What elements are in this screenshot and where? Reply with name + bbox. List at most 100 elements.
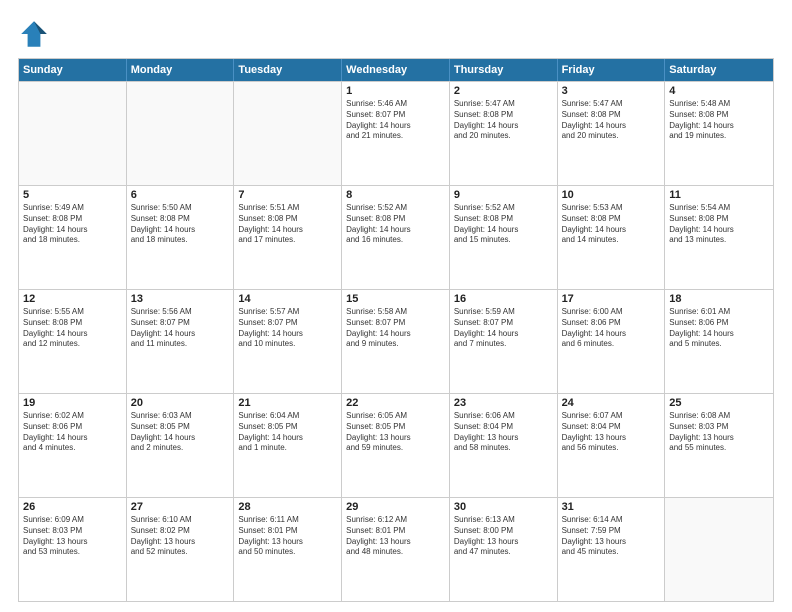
day-info: Sunrise: 6:08 AM Sunset: 8:03 PM Dayligh… <box>669 411 769 454</box>
day-info: Sunrise: 5:46 AM Sunset: 8:07 PM Dayligh… <box>346 99 445 142</box>
day-info: Sunrise: 6:04 AM Sunset: 8:05 PM Dayligh… <box>238 411 337 454</box>
calendar-day-17: 17Sunrise: 6:00 AM Sunset: 8:06 PM Dayli… <box>558 290 666 393</box>
calendar-day-7: 7 Sunrise: 5:51 AM Sunset: 8:08 PM Daylig… <box>234 186 342 289</box>
calendar-day-5: 5 Sunrise: 5:49 AM Sunset: 8:08 PM Daylig… <box>19 186 127 289</box>
header-day-thursday: Thursday <box>450 59 558 81</box>
day-number: 10 <box>562 189 661 201</box>
day-number: 8 <box>346 189 445 201</box>
day-info: Sunrise: 6:09 AM Sunset: 8:03 PM Dayligh… <box>23 515 122 558</box>
calendar-day-25: 25 Sunrise: 6:08 AM Sunset: 8:03 PM Dayli… <box>665 394 773 497</box>
day-number: 12 <box>23 293 122 305</box>
day-number: 15 <box>346 293 445 305</box>
day-number: 25 <box>669 397 769 409</box>
calendar-day-3: 3Sunrise: 5:47 AM Sunset: 8:08 PM Daylig… <box>558 82 666 185</box>
day-number: 29 <box>346 501 445 513</box>
day-info: Sunrise: 5:47 AM Sunset: 8:08 PM Dayligh… <box>454 99 553 142</box>
calendar-day-15: 15 Sunrise: 5:58 AM Sunset: 8:07 PM Dayli… <box>342 290 450 393</box>
day-info: Sunrise: 6:03 AM Sunset: 8:05 PM Dayligh… <box>131 411 230 454</box>
day-number: 16 <box>454 293 553 305</box>
calendar-body: 1 Sunrise: 5:46 AM Sunset: 8:07 PM Daylig… <box>19 81 773 601</box>
calendar-row-3: 12Sunrise: 5:55 AM Sunset: 8:08 PM Dayli… <box>19 289 773 393</box>
day-number: 14 <box>238 293 337 305</box>
day-number: 24 <box>562 397 661 409</box>
calendar-day-21: 21 Sunrise: 6:04 AM Sunset: 8:05 PM Dayli… <box>234 394 342 497</box>
calendar-day-empty <box>665 498 773 601</box>
calendar-day-empty <box>19 82 127 185</box>
day-number: 6 <box>131 189 230 201</box>
day-number: 27 <box>131 501 230 513</box>
day-number: 9 <box>454 189 553 201</box>
calendar-day-14: 14 Sunrise: 5:57 AM Sunset: 8:07 PM Dayli… <box>234 290 342 393</box>
day-info: Sunrise: 6:11 AM Sunset: 8:01 PM Dayligh… <box>238 515 337 558</box>
day-info: Sunrise: 6:01 AM Sunset: 8:06 PM Dayligh… <box>669 307 769 350</box>
calendar: SundayMondayTuesdayWednesdayThursdayFrid… <box>18 58 774 602</box>
calendar-day-8: 8 Sunrise: 5:52 AM Sunset: 8:08 PM Daylig… <box>342 186 450 289</box>
day-info: Sunrise: 6:07 AM Sunset: 8:04 PM Dayligh… <box>562 411 661 454</box>
day-number: 23 <box>454 397 553 409</box>
day-number: 4 <box>669 85 769 97</box>
day-info: Sunrise: 5:53 AM Sunset: 8:08 PM Dayligh… <box>562 203 661 246</box>
calendar-day-29: 29 Sunrise: 6:12 AM Sunset: 8:01 PM Dayli… <box>342 498 450 601</box>
calendar-day-1: 1 Sunrise: 5:46 AM Sunset: 8:07 PM Daylig… <box>342 82 450 185</box>
calendar-day-23: 23 Sunrise: 6:06 AM Sunset: 8:04 PM Dayli… <box>450 394 558 497</box>
day-info: Sunrise: 5:56 AM Sunset: 8:07 PM Dayligh… <box>131 307 230 350</box>
day-number: 30 <box>454 501 553 513</box>
calendar-day-30: 30 Sunrise: 6:13 AM Sunset: 8:00 PM Dayli… <box>450 498 558 601</box>
day-info: Sunrise: 5:52 AM Sunset: 8:08 PM Dayligh… <box>454 203 553 246</box>
calendar-day-27: 27Sunrise: 6:10 AM Sunset: 8:02 PM Dayli… <box>127 498 235 601</box>
day-info: Sunrise: 5:50 AM Sunset: 8:08 PM Dayligh… <box>131 203 230 246</box>
day-number: 21 <box>238 397 337 409</box>
day-info: Sunrise: 6:14 AM Sunset: 7:59 PM Dayligh… <box>562 515 661 558</box>
calendar-day-19: 19 Sunrise: 6:02 AM Sunset: 8:06 PM Dayli… <box>19 394 127 497</box>
day-info: Sunrise: 5:59 AM Sunset: 8:07 PM Dayligh… <box>454 307 553 350</box>
day-number: 26 <box>23 501 122 513</box>
header-day-saturday: Saturday <box>665 59 773 81</box>
calendar-row-4: 19 Sunrise: 6:02 AM Sunset: 8:06 PM Dayli… <box>19 393 773 497</box>
calendar-day-10: 10 Sunrise: 5:53 AM Sunset: 8:08 PM Dayli… <box>558 186 666 289</box>
day-number: 20 <box>131 397 230 409</box>
page: SundayMondayTuesdayWednesdayThursdayFrid… <box>0 0 792 612</box>
calendar-day-18: 18 Sunrise: 6:01 AM Sunset: 8:06 PM Dayli… <box>665 290 773 393</box>
day-info: Sunrise: 5:57 AM Sunset: 8:07 PM Dayligh… <box>238 307 337 350</box>
header-day-friday: Friday <box>558 59 666 81</box>
logo <box>18 18 54 50</box>
day-info: Sunrise: 6:06 AM Sunset: 8:04 PM Dayligh… <box>454 411 553 454</box>
day-number: 19 <box>23 397 122 409</box>
day-number: 11 <box>669 189 769 201</box>
calendar-day-31: 31 Sunrise: 6:14 AM Sunset: 7:59 PM Dayli… <box>558 498 666 601</box>
day-number: 5 <box>23 189 122 201</box>
calendar-day-2: 2Sunrise: 5:47 AM Sunset: 8:08 PM Daylig… <box>450 82 558 185</box>
day-number: 22 <box>346 397 445 409</box>
day-info: Sunrise: 5:48 AM Sunset: 8:08 PM Dayligh… <box>669 99 769 142</box>
day-info: Sunrise: 5:54 AM Sunset: 8:08 PM Dayligh… <box>669 203 769 246</box>
day-number: 1 <box>346 85 445 97</box>
day-info: Sunrise: 5:49 AM Sunset: 8:08 PM Dayligh… <box>23 203 122 246</box>
calendar-day-22: 22 Sunrise: 6:05 AM Sunset: 8:05 PM Dayli… <box>342 394 450 497</box>
header <box>18 18 774 50</box>
calendar-day-4: 4 Sunrise: 5:48 AM Sunset: 8:08 PM Daylig… <box>665 82 773 185</box>
calendar-day-16: 16 Sunrise: 5:59 AM Sunset: 8:07 PM Dayli… <box>450 290 558 393</box>
day-number: 7 <box>238 189 337 201</box>
day-info: Sunrise: 5:58 AM Sunset: 8:07 PM Dayligh… <box>346 307 445 350</box>
calendar-day-12: 12Sunrise: 5:55 AM Sunset: 8:08 PM Dayli… <box>19 290 127 393</box>
day-number: 18 <box>669 293 769 305</box>
day-info: Sunrise: 6:12 AM Sunset: 8:01 PM Dayligh… <box>346 515 445 558</box>
day-number: 31 <box>562 501 661 513</box>
day-info: Sunrise: 6:13 AM Sunset: 8:00 PM Dayligh… <box>454 515 553 558</box>
calendar-day-empty <box>127 82 235 185</box>
day-number: 17 <box>562 293 661 305</box>
day-number: 28 <box>238 501 337 513</box>
day-info: Sunrise: 6:05 AM Sunset: 8:05 PM Dayligh… <box>346 411 445 454</box>
day-number: 13 <box>131 293 230 305</box>
calendar-header: SundayMondayTuesdayWednesdayThursdayFrid… <box>19 59 773 81</box>
calendar-day-28: 28 Sunrise: 6:11 AM Sunset: 8:01 PM Dayli… <box>234 498 342 601</box>
day-info: Sunrise: 5:51 AM Sunset: 8:08 PM Dayligh… <box>238 203 337 246</box>
day-number: 3 <box>562 85 661 97</box>
calendar-day-6: 6 Sunrise: 5:50 AM Sunset: 8:08 PM Daylig… <box>127 186 235 289</box>
header-day-sunday: Sunday <box>19 59 127 81</box>
calendar-day-24: 24 Sunrise: 6:07 AM Sunset: 8:04 PM Dayli… <box>558 394 666 497</box>
calendar-row-5: 26 Sunrise: 6:09 AM Sunset: 8:03 PM Dayli… <box>19 497 773 601</box>
day-info: Sunrise: 6:02 AM Sunset: 8:06 PM Dayligh… <box>23 411 122 454</box>
logo-icon <box>18 18 50 50</box>
day-info: Sunrise: 5:52 AM Sunset: 8:08 PM Dayligh… <box>346 203 445 246</box>
